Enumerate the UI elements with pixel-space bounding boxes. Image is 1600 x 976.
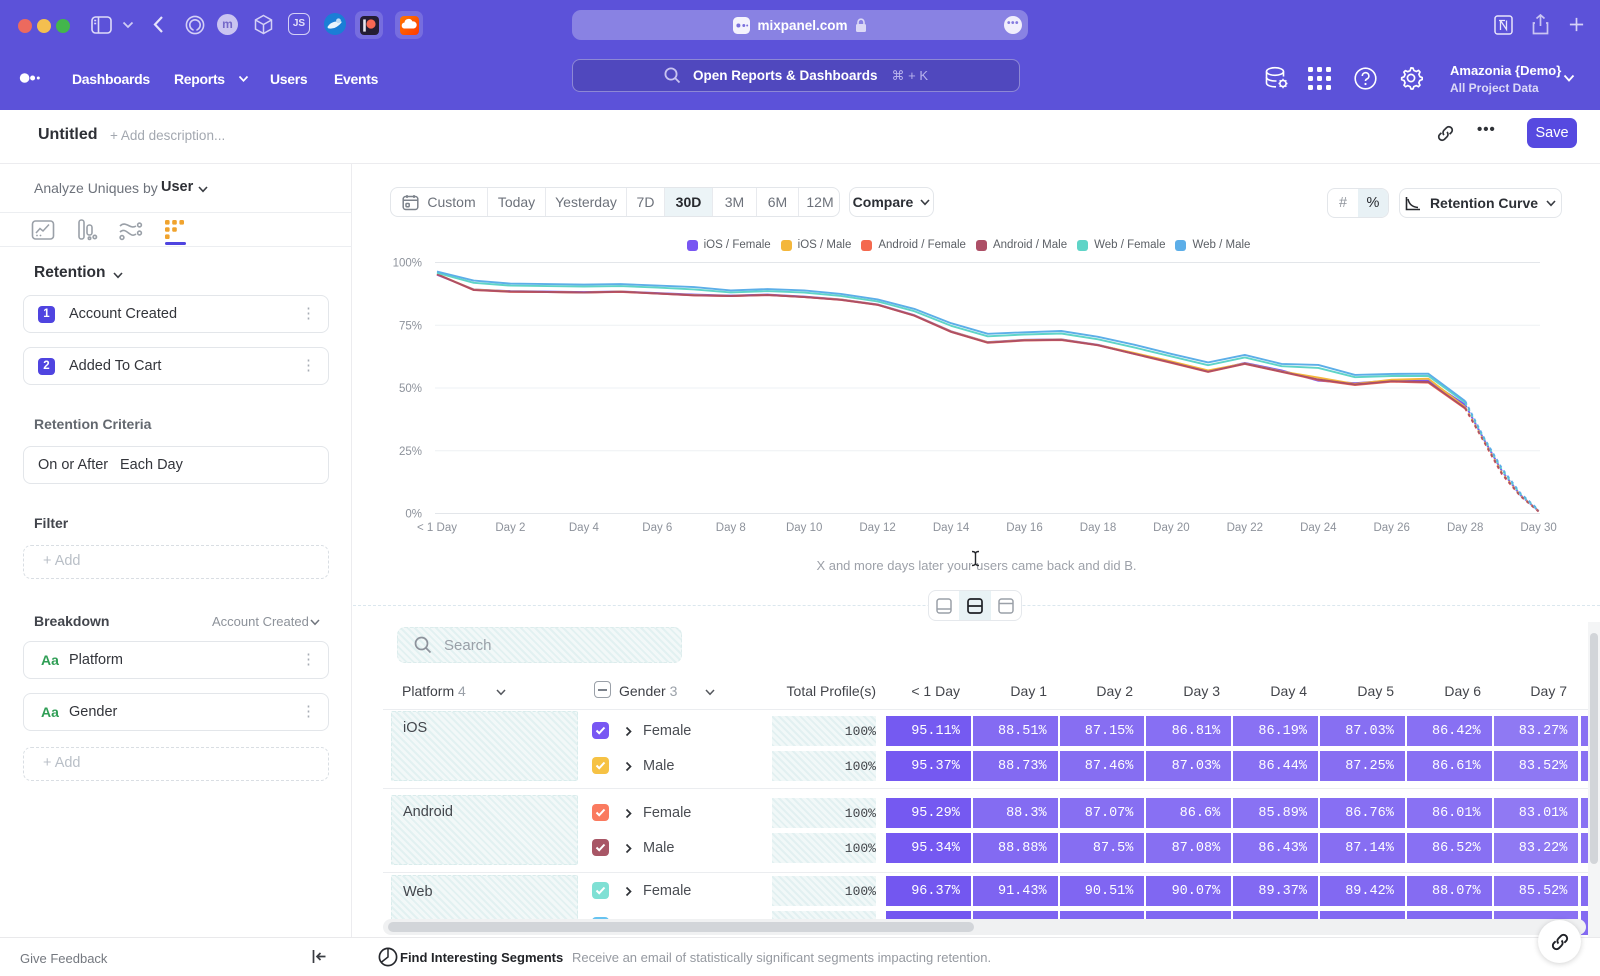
svg-text:Day 8: Day 8 [716,522,746,534]
svg-text:Day 6: Day 6 [642,522,672,534]
svg-text:Day 12: Day 12 [859,522,895,534]
svg-text:Day 10: Day 10 [786,522,822,534]
svg-text:100%: 100% [393,258,422,270]
svg-text:50%: 50% [399,383,422,395]
svg-text:Day 30: Day 30 [1520,522,1556,534]
svg-text:75%: 75% [399,320,422,332]
svg-text:Day 20: Day 20 [1153,522,1189,534]
svg-text:Day 28: Day 28 [1447,522,1483,534]
svg-text:25%: 25% [399,446,422,458]
svg-text:Day 22: Day 22 [1227,522,1263,534]
svg-text:Day 2: Day 2 [495,522,525,534]
svg-text:Day 4: Day 4 [569,522,600,534]
svg-text:Day 24: Day 24 [1300,522,1337,534]
svg-text:Day 18: Day 18 [1080,522,1116,534]
svg-text:Day 14: Day 14 [933,522,970,534]
svg-text:< 1 Day: < 1 Day [417,522,457,534]
svg-text:Day 26: Day 26 [1373,522,1409,534]
svg-text:0%: 0% [405,509,422,521]
svg-text:Day 16: Day 16 [1006,522,1042,534]
